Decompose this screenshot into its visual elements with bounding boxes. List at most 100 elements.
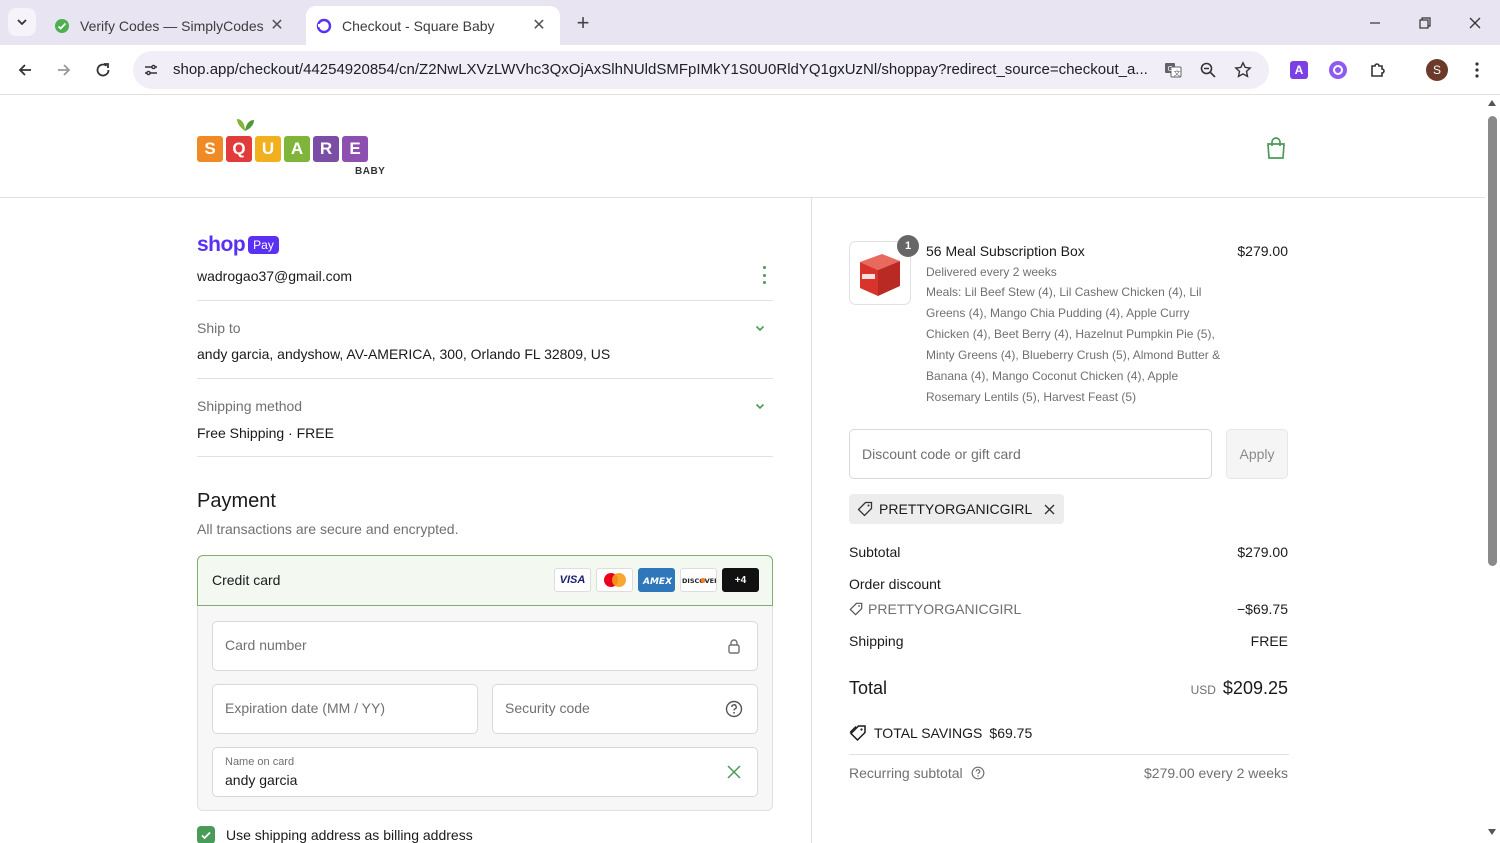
cart-bag-icon[interactable] — [1265, 136, 1287, 160]
arrow-right-icon — [58, 64, 71, 76]
visa-icon: VISA — [554, 568, 591, 592]
help-icon[interactable] — [725, 700, 743, 718]
logo-letter: A — [284, 136, 310, 162]
billing-same-label: Use shipping address as billing address — [226, 827, 473, 843]
address-bar[interactable]: shop.app/checkout/44254920854/cn/Z2NwLXV… — [133, 51, 1269, 89]
recurring-subtotal-row: Recurring subtotal — [849, 765, 985, 781]
apply-discount-button[interactable]: Apply — [1226, 429, 1288, 479]
close-tab-icon[interactable]: ✕ — [530, 16, 548, 34]
url-text[interactable]: shop.app/checkout/44254920854/cn/Z2NwLXV… — [173, 61, 1153, 78]
product-frequency: Delivered every 2 weeks — [926, 265, 1057, 279]
bookmark-star-icon[interactable] — [1233, 60, 1253, 80]
savings-tag-icon — [849, 724, 867, 742]
expiration-placeholder: Expiration date (MM / YY) — [225, 700, 386, 716]
tab-title: Verify Codes — SimplyCodes — [80, 17, 264, 34]
card-brands: VISA AMEX DISCOVER +4 — [554, 568, 759, 592]
chevron-down-icon — [17, 19, 27, 26]
card-number-field[interactable]: Card number — [212, 621, 758, 671]
payment-title: Payment — [197, 490, 276, 512]
billing-same-checkbox[interactable]: Use shipping address as billing address — [197, 826, 473, 843]
tab-simplycodes[interactable]: Verify Codes — SimplyCodes ✕ — [46, 6, 298, 45]
help-icon[interactable] — [971, 766, 985, 780]
expiration-date-field[interactable]: Expiration date (MM / YY) — [212, 684, 478, 734]
scroll-down-arrow-icon[interactable] — [1488, 829, 1496, 835]
total-value: $209.25 — [1222, 678, 1288, 698]
quantity-badge: 1 — [897, 235, 919, 257]
logo-letter: R — [313, 136, 339, 162]
checkbox-checked-icon — [197, 826, 215, 843]
shipping-label: Shipping — [849, 633, 904, 649]
browser-menu-icon[interactable] — [1466, 59, 1488, 81]
more-cards-badge: +4 — [722, 568, 759, 592]
translate-icon[interactable]: G文 — [1163, 60, 1183, 80]
logo-subtitle: BABY — [355, 166, 386, 177]
close-icon — [1469, 17, 1481, 29]
close-tab-icon[interactable]: ✕ — [268, 16, 286, 34]
extensions-puzzle-icon[interactable] — [1367, 59, 1389, 81]
logo-letter: U — [255, 136, 281, 162]
restore-button[interactable] — [1414, 12, 1436, 34]
scroll-up-arrow-icon[interactable] — [1488, 100, 1496, 106]
store-header: SQUARE BABY — [0, 96, 1485, 198]
clear-x-icon[interactable] — [725, 763, 743, 781]
credit-card-option[interactable]: Credit card VISA AMEX DISCOVER +4 — [197, 555, 773, 606]
tab-strip: Verify Codes — SimplyCodes ✕ Checkout - … — [0, 0, 1500, 45]
total-label: Total — [849, 678, 888, 698]
logo-letter: Q — [226, 136, 252, 162]
remove-discount-icon[interactable] — [1042, 502, 1056, 516]
tab-checkout[interactable]: Checkout - Square Baby ✕ — [306, 6, 560, 45]
applied-code: PRETTYORGANICGIRL — [879, 501, 1033, 517]
shipping-method-label: Shipping method — [197, 398, 303, 414]
discount-code-input[interactable]: Discount code or gift card — [849, 429, 1212, 479]
savings-value: $69.75 — [989, 725, 1033, 741]
shop-pay-word: shop — [197, 233, 246, 256]
applied-discount-chip: PRETTYORGANICGIRL — [849, 494, 1065, 524]
order-discount-value: −$69.75 — [1237, 601, 1288, 617]
name-on-card-label: Name on card — [225, 756, 295, 768]
profile-initial: S — [1426, 59, 1448, 81]
name-on-card-field[interactable]: Name on card andy garcia — [212, 747, 758, 797]
divider — [197, 300, 773, 301]
back-button[interactable] — [12, 57, 38, 83]
minimize-button[interactable] — [1364, 12, 1386, 34]
svg-text:AMEX: AMEX — [642, 577, 672, 586]
order-discount-code: PRETTYORGANICGIRL — [868, 601, 1022, 617]
shop-favicon-icon — [316, 18, 332, 34]
order-discount-code-row: PRETTYORGANICGIRL — [849, 601, 1021, 617]
discover-icon: DISCOVER — [680, 568, 717, 592]
page-scrollbar[interactable] — [1485, 96, 1500, 843]
divider — [849, 754, 1289, 755]
restore-icon — [1419, 17, 1431, 29]
checkout-page: SQUARE BABY shop Pay wadrogao37@gmail.co… — [0, 96, 1485, 843]
extension-coupon-icon[interactable] — [1327, 59, 1349, 81]
mastercard-icon — [596, 568, 633, 592]
security-code-field[interactable]: Security code — [492, 684, 758, 734]
subtotal-label: Subtotal — [849, 544, 901, 560]
subtotal-value: $279.00 — [1237, 544, 1288, 560]
close-window-button[interactable] — [1464, 12, 1486, 34]
ship-to-chevron-icon[interactable] — [752, 320, 768, 336]
scrollbar-thumb[interactable] — [1488, 116, 1497, 566]
logo-letter: S — [197, 136, 223, 162]
account-email: wadrogao37@gmail.com — [197, 268, 353, 284]
new-tab-button[interactable]: + — [570, 10, 596, 36]
shipping-method-chevron-icon[interactable] — [752, 398, 768, 414]
tag-icon — [857, 501, 873, 517]
zoom-icon[interactable] — [1198, 60, 1218, 80]
credit-card-label: Credit card — [212, 572, 281, 588]
column-divider — [811, 198, 812, 843]
extension-a-icon[interactable]: A — [1288, 59, 1310, 81]
product-meals: Meals: Lil Beef Stew (4), Lil Cashew Chi… — [926, 285, 1221, 404]
account-menu-icon[interactable] — [761, 266, 767, 284]
profile-avatar[interactable]: S — [1426, 59, 1448, 81]
site-info-icon[interactable] — [141, 60, 161, 80]
shipping-method-value: Free Shipping · FREE — [197, 425, 334, 441]
tab-search-button[interactable] — [8, 8, 36, 36]
recurring-value: $279.00 every 2 weeks — [1144, 765, 1288, 781]
divider — [197, 378, 773, 379]
recurring-label: Recurring subtotal — [849, 765, 963, 781]
reload-button[interactable] — [90, 57, 116, 83]
ship-to-label: Ship to — [197, 320, 241, 336]
order-discount-label: Order discount — [849, 576, 941, 592]
forward-button[interactable] — [51, 57, 77, 83]
